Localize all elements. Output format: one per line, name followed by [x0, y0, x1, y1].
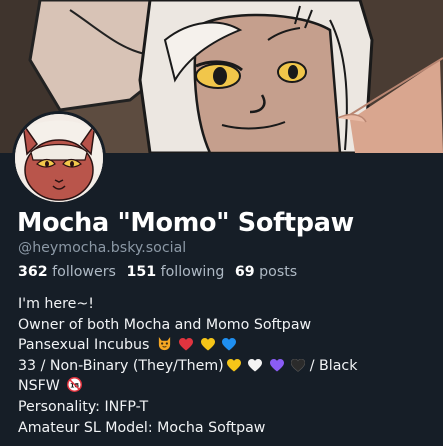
bio-line: I'm here~!: [18, 294, 438, 315]
bio-line-suffix: / Black: [309, 357, 358, 374]
bio-line-text: I'm here~!: [18, 296, 94, 312]
black-heart-icon: [291, 358, 306, 372]
avatar[interactable]: [12, 111, 106, 205]
posts-count: 69: [234, 264, 255, 280]
bio-line-text: 33 / Non-Binary (They/Them): [18, 357, 224, 374]
profile-display-name: Mocha "Momo" Softpaw: [17, 208, 354, 238]
bio-line-text: NSFW: [18, 378, 60, 395]
posts-label: posts: [259, 264, 298, 280]
bio-line: Owner of both Mocha and Momo Softpaw: [18, 315, 438, 336]
bio-line: 33 / Non-Binary (They/Them) / Black: [18, 356, 438, 377]
following-label: following: [160, 264, 225, 280]
bio-line: Pansexual Incubus: [18, 335, 438, 356]
purple-heart-icon: [269, 358, 284, 372]
no-one-under-18-icon: 18: [67, 377, 83, 393]
red-heart-icon: [179, 338, 194, 351]
followers-label: followers: [52, 264, 116, 280]
demon-cat-face-icon: [157, 336, 172, 351]
followers-link[interactable]: 362 followers: [18, 264, 116, 280]
bio-line-text: Pansexual Incubus: [18, 337, 150, 354]
posts-stat: 69 posts: [235, 264, 297, 280]
profile-stats: 362 followers 151 following 69 posts: [18, 264, 297, 280]
bio-line-text: Amateur SL Model: Mocha Softpaw: [18, 419, 266, 436]
following-count: 151: [126, 264, 157, 280]
yellow-heart-icon: [200, 338, 215, 351]
bio-line-text: Personality: INFP-T: [18, 398, 149, 415]
profile-handle[interactable]: @heymocha.bsky.social: [18, 240, 186, 256]
profile-bio: I'm here~! Owner of both Mocha and Momo …: [18, 294, 438, 438]
following-link[interactable]: 151 following: [126, 264, 224, 280]
followers-count: 362: [18, 264, 48, 280]
bio-line-text: Owner of both Mocha and Momo Softpaw: [18, 316, 312, 333]
white-heart-icon: [248, 358, 263, 372]
bio-line: Personality: INFP-T: [18, 397, 438, 418]
bio-line: Amateur SL Model: Mocha Softpaw: [18, 418, 438, 439]
avatar-illustration: [15, 114, 103, 202]
blue-heart-icon: [222, 338, 237, 351]
yellow-heart-icon: [226, 358, 241, 372]
bio-line: NSFW 18: [18, 376, 438, 397]
